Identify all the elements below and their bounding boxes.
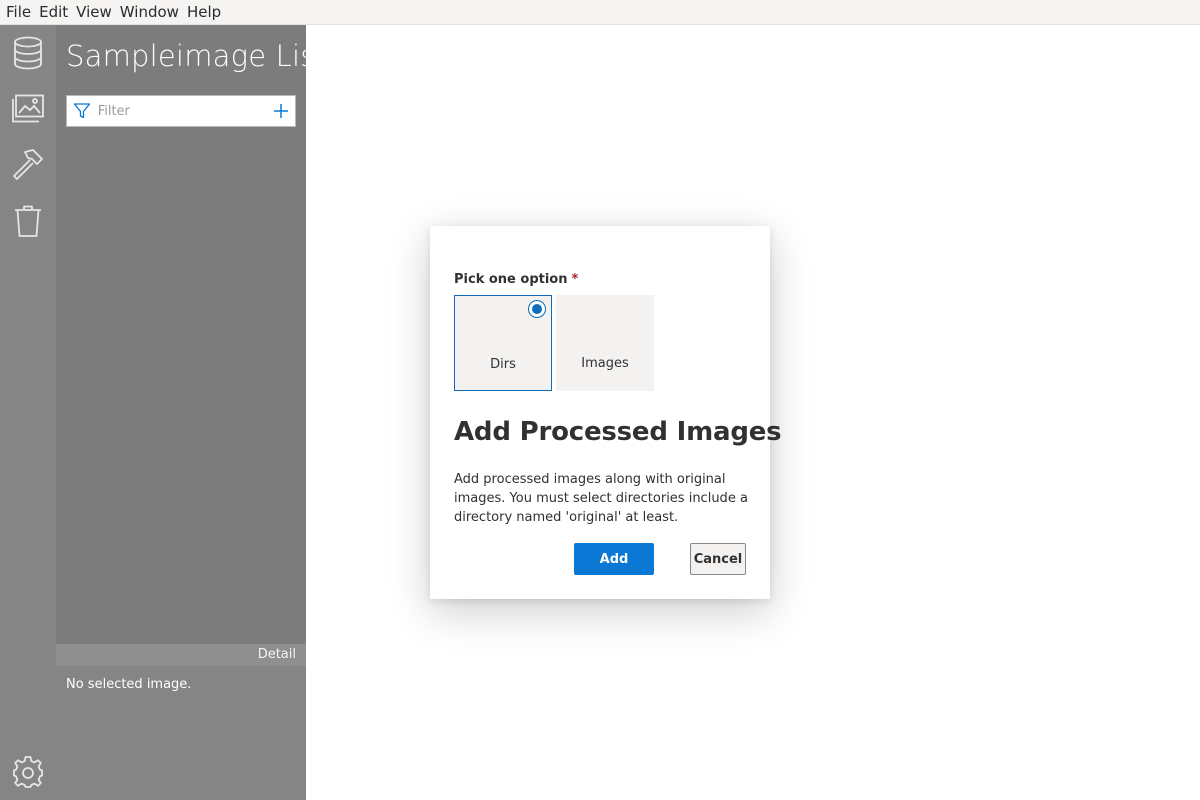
radio-selected-icon xyxy=(528,300,546,318)
filter-icon xyxy=(67,96,98,126)
cancel-button[interactable]: Cancel xyxy=(690,543,746,575)
dialog-title: Add Processed Images xyxy=(454,417,782,447)
hammer-icon xyxy=(13,149,43,180)
trash-icon xyxy=(15,205,41,237)
menu-help[interactable]: Help xyxy=(183,0,225,24)
menu-bar: File Edit View Window Help xyxy=(0,0,1200,25)
option-dirs-label: Dirs xyxy=(490,357,516,372)
database-icon xyxy=(14,36,42,70)
sample-list-panel: Sampleimage List Detail No selected imag… xyxy=(56,25,327,800)
pick-option-text: Pick one option xyxy=(454,272,568,287)
panel-title: Sampleimage List xyxy=(66,39,328,73)
detail-label: Detail xyxy=(257,647,296,662)
option-images-label: Images xyxy=(581,356,629,371)
radio-dot xyxy=(532,304,542,314)
option-dirs[interactable]: Dirs xyxy=(454,295,552,391)
add-processed-images-dialog: Pick one option * Dirs Images Add Process… xyxy=(430,226,782,599)
filter-input[interactable] xyxy=(97,97,268,125)
icon-rail xyxy=(0,25,56,800)
menu-file[interactable]: File xyxy=(2,0,35,24)
menu-view[interactable]: View xyxy=(72,0,116,24)
tools-button[interactable] xyxy=(8,145,48,185)
detail-header: Detail xyxy=(56,644,306,666)
settings-button[interactable] xyxy=(8,752,48,792)
dialog-description: Add processed images along with original… xyxy=(454,472,748,525)
detail-empty-text: No selected image. xyxy=(66,677,192,692)
trash-button[interactable] xyxy=(8,201,48,241)
option-images[interactable]: Images xyxy=(556,295,654,391)
filter-box xyxy=(66,95,296,127)
images-button[interactable] xyxy=(8,89,48,129)
images-icon xyxy=(12,94,44,123)
add-icon[interactable] xyxy=(268,96,295,126)
gear-icon xyxy=(13,756,43,788)
menu-window[interactable]: Window xyxy=(116,0,183,24)
database-button[interactable] xyxy=(8,33,48,73)
pick-option-label: Pick one option * xyxy=(454,272,578,287)
menu-edit[interactable]: Edit xyxy=(35,0,72,24)
detail-area: No selected image. xyxy=(56,666,306,800)
required-mark: * xyxy=(571,272,579,287)
add-button[interactable]: Add xyxy=(574,543,654,575)
